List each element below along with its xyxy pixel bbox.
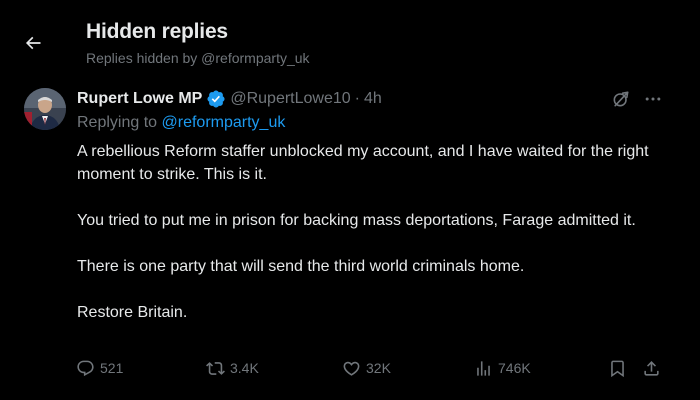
repost-button[interactable]: 3.4K <box>206 354 259 382</box>
heart-icon <box>343 361 360 376</box>
reply-count: 521 <box>100 360 124 376</box>
author-handle[interactable]: @RupertLowe10 <box>230 90 350 108</box>
grok-button[interactable] <box>608 86 634 112</box>
replying-to-link[interactable]: @reformparty_uk <box>162 114 286 131</box>
avatar-image <box>24 88 66 130</box>
like-button[interactable]: 32K <box>342 354 391 382</box>
separator-dot: · <box>354 90 360 107</box>
page-header: Hidden replies Replies hidden by @reform… <box>0 0 700 80</box>
post-paragraph: Restore Britain. <box>77 304 188 321</box>
author-name[interactable]: Rupert Lowe MP <box>77 90 202 108</box>
replying-to-line: Replying to @reformparty_uk <box>77 114 285 132</box>
page-title: Hidden replies <box>86 20 228 43</box>
post-action-bar: 521 3.4K 32K 746K <box>0 354 700 382</box>
share-button[interactable] <box>642 354 661 382</box>
more-horizontal-icon <box>645 97 661 101</box>
post-paragraph: There is one party that will send the th… <box>77 258 525 275</box>
post-paragraph: A rebellious Reform staffer unblocked my… <box>77 143 649 183</box>
author-row: Rupert Lowe MP @RupertLowe10 · 4h <box>77 88 382 110</box>
arrow-left-icon <box>25 36 41 50</box>
view-count: 746K <box>498 360 531 376</box>
avatar[interactable] <box>24 88 66 130</box>
bookmark-icon <box>611 360 624 377</box>
more-options-button[interactable] <box>640 86 666 112</box>
post-timestamp[interactable]: 4h <box>364 90 382 108</box>
share-icon <box>644 360 659 376</box>
views-chart-icon <box>477 360 490 376</box>
repost-count: 3.4K <box>230 360 259 376</box>
like-count: 32K <box>366 360 391 376</box>
post[interactable]: Rupert Lowe MP @RupertLowe10 · 4h Replyi… <box>0 84 700 400</box>
post-paragraph: You tried to put me in prison for backin… <box>77 212 636 229</box>
verified-badge-icon <box>207 90 225 108</box>
back-button[interactable] <box>14 24 52 62</box>
repost-icon <box>206 361 225 375</box>
views-button[interactable]: 746K <box>474 354 531 382</box>
page-subtitle: Replies hidden by @reformparty_uk <box>86 50 310 66</box>
reply-icon <box>77 360 94 376</box>
bookmark-button[interactable] <box>608 354 627 382</box>
reply-button[interactable]: 521 <box>76 354 123 382</box>
post-text: A rebellious Reform staffer unblocked my… <box>77 140 667 324</box>
hidden-replies-page: Hidden replies Replies hidden by @reform… <box>0 0 700 400</box>
replying-to-label: Replying to <box>77 114 162 131</box>
grok-icon <box>613 91 629 107</box>
